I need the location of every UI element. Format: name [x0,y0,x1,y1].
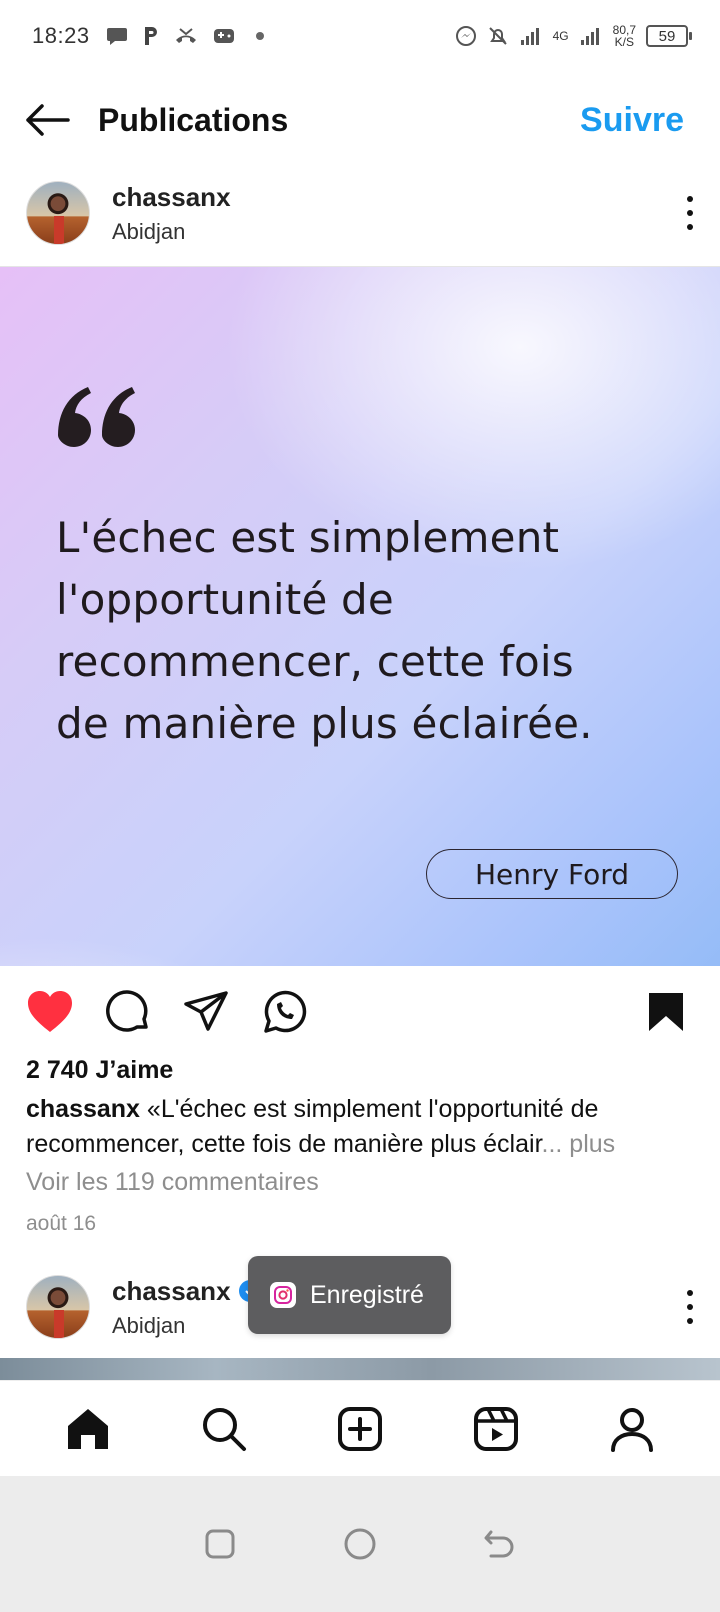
bottom-navigation [0,1380,720,1476]
share-send-icon[interactable] [182,988,230,1036]
home-circle-icon[interactable] [340,1524,380,1564]
post-caption: chassanx «L'échec est simplement l'oppor… [26,1092,686,1162]
whatsapp-icon[interactable] [260,988,308,1036]
toast-label: Enregistré [310,1280,424,1309]
reels-icon[interactable] [466,1399,526,1459]
bookmark-saved-icon[interactable] [642,988,690,1036]
notification-icons [106,25,264,47]
quote-line: recommencer, cette fois [56,637,574,686]
avatar[interactable] [26,181,90,245]
more-options-icon[interactable] [686,196,694,230]
create-icon[interactable] [330,1399,390,1459]
instagram-icon [270,1282,296,1308]
quote-line: l'opportunité de [56,575,394,624]
view-comments-link[interactable]: Voir les 119 commentaires [26,1168,319,1197]
dot-icon [255,32,264,40]
post-header: chassanx Abidjan [0,172,720,254]
post-date: août 16 [26,1212,97,1235]
chat-bubble-icon [106,28,127,45]
signal-icon-2 [580,28,599,45]
avatar[interactable] [26,1275,90,1339]
messenger-icon [455,26,476,46]
caption-more-link[interactable]: ... plus [542,1130,616,1158]
more-options-icon[interactable] [686,1290,694,1324]
gamepad-icon [213,29,234,43]
post-author-info: chassanx Abidjan [112,182,231,245]
system-navigation [0,1476,720,1612]
like-heart-icon[interactable] [26,988,74,1036]
recents-icon[interactable] [200,1524,240,1564]
post-username[interactable]: chassanx [112,182,231,213]
status-right: 4G 80,7 K/S 59 [455,23,692,49]
post-location[interactable]: Abidjan [112,1313,261,1339]
post-location[interactable]: Abidjan [112,219,231,245]
status-time: 18:23 [32,23,90,48]
quote-line: L'échec est simplement [56,513,560,562]
home-icon[interactable] [58,1399,118,1459]
muted-bell-icon [488,27,507,45]
post-image[interactable]: L'échec est simplement l'opportunité de … [0,266,720,966]
post-author-info: chassanx Abidjan [112,1276,261,1339]
post-actions [0,986,720,1038]
caption-username[interactable]: chassanx [26,1095,140,1123]
profile-icon[interactable] [602,1399,662,1459]
likes-count[interactable]: 2 740 J’aime [26,1056,173,1085]
network-type: 4G [552,29,569,43]
comment-icon[interactable] [104,988,152,1036]
signal-icon [520,28,539,45]
quote-text: L'échec est simplement l'opportunité de … [56,507,676,755]
quote-author: Henry Ford [426,849,678,899]
search-icon[interactable] [194,1399,254,1459]
post-username[interactable]: chassanx [112,1276,231,1307]
p-app-icon [144,27,157,45]
back-arrow-icon[interactable] [24,100,72,140]
battery-icon: 59 [646,25,692,47]
quote-mark-icon [58,387,135,447]
missed-call-icon [175,28,196,43]
network-speed: 80,7 K/S [612,23,636,49]
next-post-image[interactable] [0,1358,720,1380]
next-post-username-row[interactable]: chassanx [112,1276,261,1307]
page-title: Publications [98,101,289,138]
back-gesture-icon[interactable] [480,1524,520,1564]
status-bar: 18:23 4G 80,7 K/S 59 [0,0,720,72]
top-header: Publications Suivre [0,84,720,156]
saved-toast: Enregistré [248,1256,451,1334]
quote-line: de manière plus éclairée. [56,699,593,748]
follow-button[interactable]: Suivre [580,101,684,140]
